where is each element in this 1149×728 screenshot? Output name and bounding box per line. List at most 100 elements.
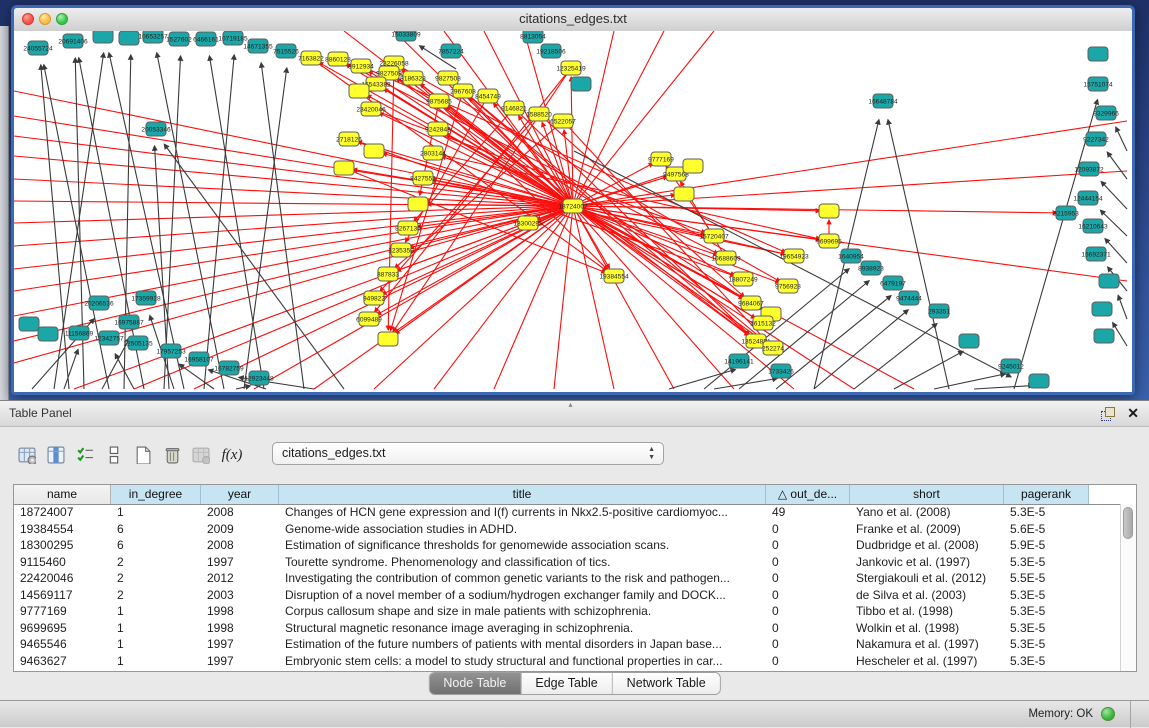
graph-node[interactable]: 887833 <box>377 267 399 281</box>
graph-node[interactable]: 252274 <box>762 341 784 355</box>
graph-node[interactable] <box>408 197 428 211</box>
graph-node[interactable]: 7515526 <box>273 44 299 58</box>
table-mode-button[interactable] <box>14 442 40 468</box>
table-row[interactable]: 969969511998Structural magnetic resonanc… <box>14 620 1121 637</box>
table-row[interactable]: 911546021997Tourette syndrome. Phenomeno… <box>14 554 1121 571</box>
graph-node[interactable]: 2718126 <box>336 132 362 146</box>
graph-node[interactable]: 15692371 <box>1081 247 1111 261</box>
tab-network-table[interactable]: Network Table <box>612 673 720 694</box>
graph-edge[interactable] <box>714 378 777 389</box>
graph-edge[interactable] <box>1116 127 1127 151</box>
graph-node[interactable] <box>1094 329 1114 343</box>
graph-node[interactable]: 7857224 <box>438 44 464 58</box>
delete-column-button[interactable] <box>159 442 185 468</box>
import-table-button[interactable] <box>188 442 214 468</box>
graph-node[interactable] <box>19 317 39 331</box>
graph-node[interactable]: 20053346 <box>141 122 171 136</box>
column-header-title[interactable]: title <box>279 485 766 504</box>
split-pane-handle[interactable]: ▴ <box>569 400 573 409</box>
table-row[interactable]: 2242004622012Investigating the contribut… <box>14 570 1121 587</box>
tab-edge-table[interactable]: Edge Table <box>520 673 611 694</box>
graph-edge[interactable] <box>974 386 1033 389</box>
table-row[interactable]: 1938455462009Genome-wide association stu… <box>14 521 1121 538</box>
graph-node[interactable]: 14196141 <box>724 354 754 368</box>
graph-node[interactable]: 11156869 <box>65 326 94 340</box>
network-window-titlebar[interactable]: citations_edges.txt <box>14 8 1132 32</box>
graph-edge[interactable] <box>244 68 287 389</box>
graph-node[interactable]: 6522057 <box>550 114 576 128</box>
graph-node[interactable]: 9777169 <box>648 152 674 166</box>
table-row[interactable]: 1456911722003Disruption of a novel membe… <box>14 587 1121 604</box>
graph-node[interactable] <box>378 332 398 346</box>
graph-edge[interactable] <box>236 386 250 389</box>
graph-node[interactable]: 10653257 <box>138 31 168 43</box>
graph-node[interactable] <box>119 31 139 45</box>
graph-edge[interactable] <box>448 78 766 342</box>
table-row[interactable]: 946362711997Embryonic stem cells: a mode… <box>14 653 1121 670</box>
column-header-in_degree[interactable]: in_degree <box>111 485 201 504</box>
graph-node[interactable]: 9474444 <box>896 291 922 305</box>
graph-node[interactable]: 10688609 <box>711 251 741 265</box>
graph-node[interactable] <box>334 161 354 175</box>
graph-node[interactable]: 14671355 <box>243 39 273 53</box>
graph-node[interactable] <box>571 77 591 91</box>
graph-node[interactable] <box>1088 47 1108 61</box>
graph-node[interactable]: 1615132 <box>750 316 776 330</box>
column-header-short[interactable]: short <box>850 485 1004 504</box>
graph-node[interactable] <box>674 187 694 201</box>
column-header-pagerank[interactable]: pagerank <box>1004 485 1089 504</box>
graph-node[interactable] <box>349 84 369 98</box>
row-height-button[interactable] <box>101 442 127 468</box>
graph-node[interactable] <box>683 159 703 173</box>
graph-edge[interactable] <box>179 364 214 389</box>
graph-node[interactable]: 8215953 <box>1053 206 1079 220</box>
graph-edge[interactable] <box>571 77 573 206</box>
graph-node[interactable]: 949822 <box>363 291 385 305</box>
graph-node[interactable]: 16975887 <box>114 315 144 329</box>
graph-node[interactable] <box>819 204 839 218</box>
memory-ok-indicator-icon[interactable] <box>1101 707 1115 721</box>
graph-node[interactable]: 9242848 <box>425 122 451 136</box>
graph-node[interactable]: 8186328 <box>400 71 426 85</box>
graph-node[interactable]: 15751074 <box>1083 77 1113 91</box>
graph-node[interactable] <box>93 31 113 43</box>
graph-node[interactable]: 1235359 <box>388 243 414 257</box>
graph-node[interactable]: 17957253 <box>156 344 186 358</box>
graph-node[interactable]: 16033809 <box>391 31 421 41</box>
graph-node[interactable]: 7163822 <box>298 51 324 65</box>
graph-edge[interactable] <box>1107 152 1127 179</box>
graph-node[interactable]: 1588520 <box>526 107 552 121</box>
float-panel-icon[interactable] <box>1101 407 1115 421</box>
graph-edge[interactable] <box>1101 182 1127 209</box>
graph-edge[interactable] <box>209 56 264 389</box>
graph-edge[interactable] <box>1113 323 1127 346</box>
table-row[interactable]: 1872400712008Changes of HCN gene express… <box>14 504 1121 521</box>
graph-node[interactable]: 8912934 <box>348 59 374 73</box>
graph-node[interactable]: 8427552 <box>410 171 436 185</box>
graph-node[interactable] <box>38 327 58 341</box>
graph-node[interactable]: 1733426 <box>768 364 794 378</box>
graph-node[interactable]: 24055724 <box>23 41 53 55</box>
graph-node[interactable]: 9245012 <box>998 359 1024 373</box>
graph-node[interactable]: 9146821 <box>501 101 527 115</box>
graph-node[interactable]: 19218506 <box>536 44 566 58</box>
graph-node[interactable]: 2803144 <box>420 146 446 160</box>
graph-node[interactable]: 19654923 <box>779 249 809 263</box>
graph-node[interactable]: 9227342 <box>1083 132 1109 146</box>
column-header-name[interactable]: name <box>14 485 111 504</box>
graph-edge[interactable] <box>934 374 1005 389</box>
network-canvas[interactable]: 1872400718300295977716994975687163822886… <box>14 31 1132 392</box>
graph-edge[interactable] <box>814 310 908 389</box>
graph-edge[interactable] <box>574 151 1011 377</box>
graph-node[interactable]: 18807249 <box>728 272 758 286</box>
graph-node[interactable]: 6479197 <box>880 276 906 290</box>
graph-node[interactable]: 9329966 <box>1093 106 1119 120</box>
table-row[interactable]: 977716911998Corpus callosum shape and si… <box>14 603 1121 620</box>
graph-node[interactable]: 16210643 <box>1078 219 1108 233</box>
vertical-scrollbar[interactable] <box>1120 504 1136 671</box>
graph-node[interactable]: 293351 <box>928 304 950 318</box>
graph-node[interactable]: 8938923 <box>858 261 884 275</box>
column-header-out_de...[interactable]: △ out_de... <box>766 485 850 504</box>
graph-node[interactable]: 6466161 <box>193 32 219 46</box>
scrollbar-thumb[interactable] <box>1123 507 1133 539</box>
